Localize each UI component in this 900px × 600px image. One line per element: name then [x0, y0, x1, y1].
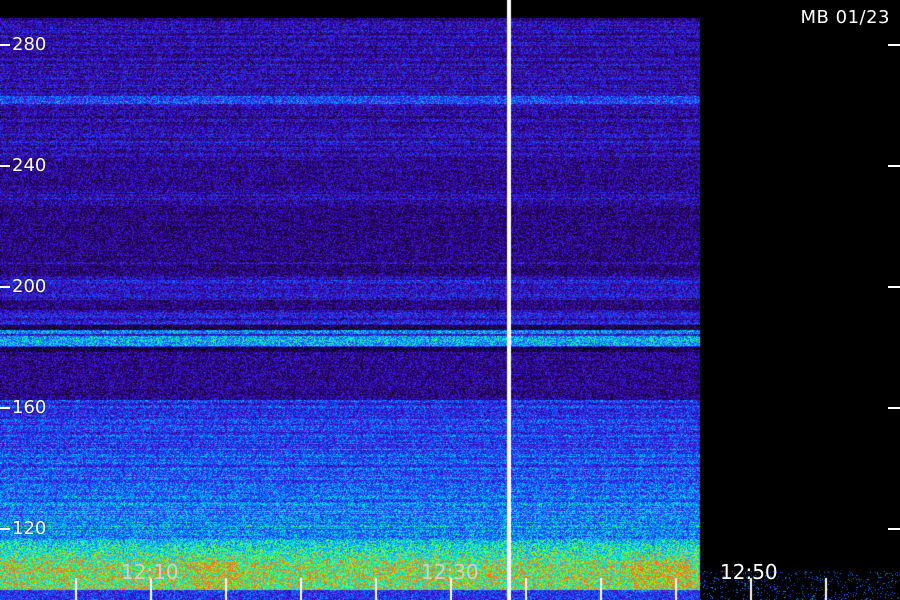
spectrogram-canvas — [0, 0, 900, 600]
